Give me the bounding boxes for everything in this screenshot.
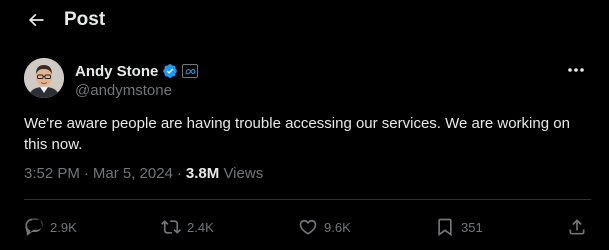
author-name-row: Andy Stone	[75, 61, 199, 81]
back-button[interactable]	[24, 10, 48, 34]
avatar[interactable]	[24, 58, 64, 98]
share-button[interactable]	[567, 212, 587, 242]
views-count: 3.8M	[185, 165, 220, 182]
views-label: Views	[223, 165, 264, 182]
meta-logo-icon[interactable]	[182, 64, 199, 78]
author-handle[interactable]: @andymstone	[75, 82, 172, 99]
repost-count: 2.4K	[187, 219, 214, 235]
post-date[interactable]: Mar 5, 2024	[93, 165, 173, 182]
share-icon	[567, 217, 587, 237]
bookmark-count: 351	[461, 219, 483, 235]
like-button[interactable]: 9.6K	[298, 212, 351, 242]
verified-badge-icon	[162, 63, 178, 79]
arrow-left-icon	[26, 10, 46, 35]
post-meta: 3:52 PM · Mar 5, 2024 · 3.8M Views	[24, 165, 263, 182]
reply-count: 2.9K	[50, 219, 77, 235]
post-header: Post	[0, 0, 609, 44]
post-text: We're aware people are having trouble ac…	[24, 115, 570, 153]
like-count: 9.6K	[324, 219, 351, 235]
bookmark-icon	[435, 217, 455, 237]
more-dots-icon	[568, 59, 584, 77]
reply-icon	[24, 217, 44, 237]
repost-icon	[161, 217, 181, 237]
meta-separator: ·	[176, 165, 182, 182]
page-title: Post	[64, 9, 106, 30]
divider	[24, 199, 591, 200]
post-time[interactable]: 3:52 PM	[24, 165, 80, 182]
heart-icon	[298, 217, 318, 237]
reply-button[interactable]: 2.9K	[24, 212, 77, 242]
author-display-name[interactable]: Andy Stone	[75, 63, 158, 80]
more-options-button[interactable]	[566, 60, 586, 76]
repost-button[interactable]: 2.4K	[161, 212, 214, 242]
action-bar: 2.9K 2.4K 9.6K 351	[0, 212, 609, 242]
meta-separator: ·	[83, 165, 89, 182]
bookmark-button[interactable]: 351	[435, 212, 483, 242]
